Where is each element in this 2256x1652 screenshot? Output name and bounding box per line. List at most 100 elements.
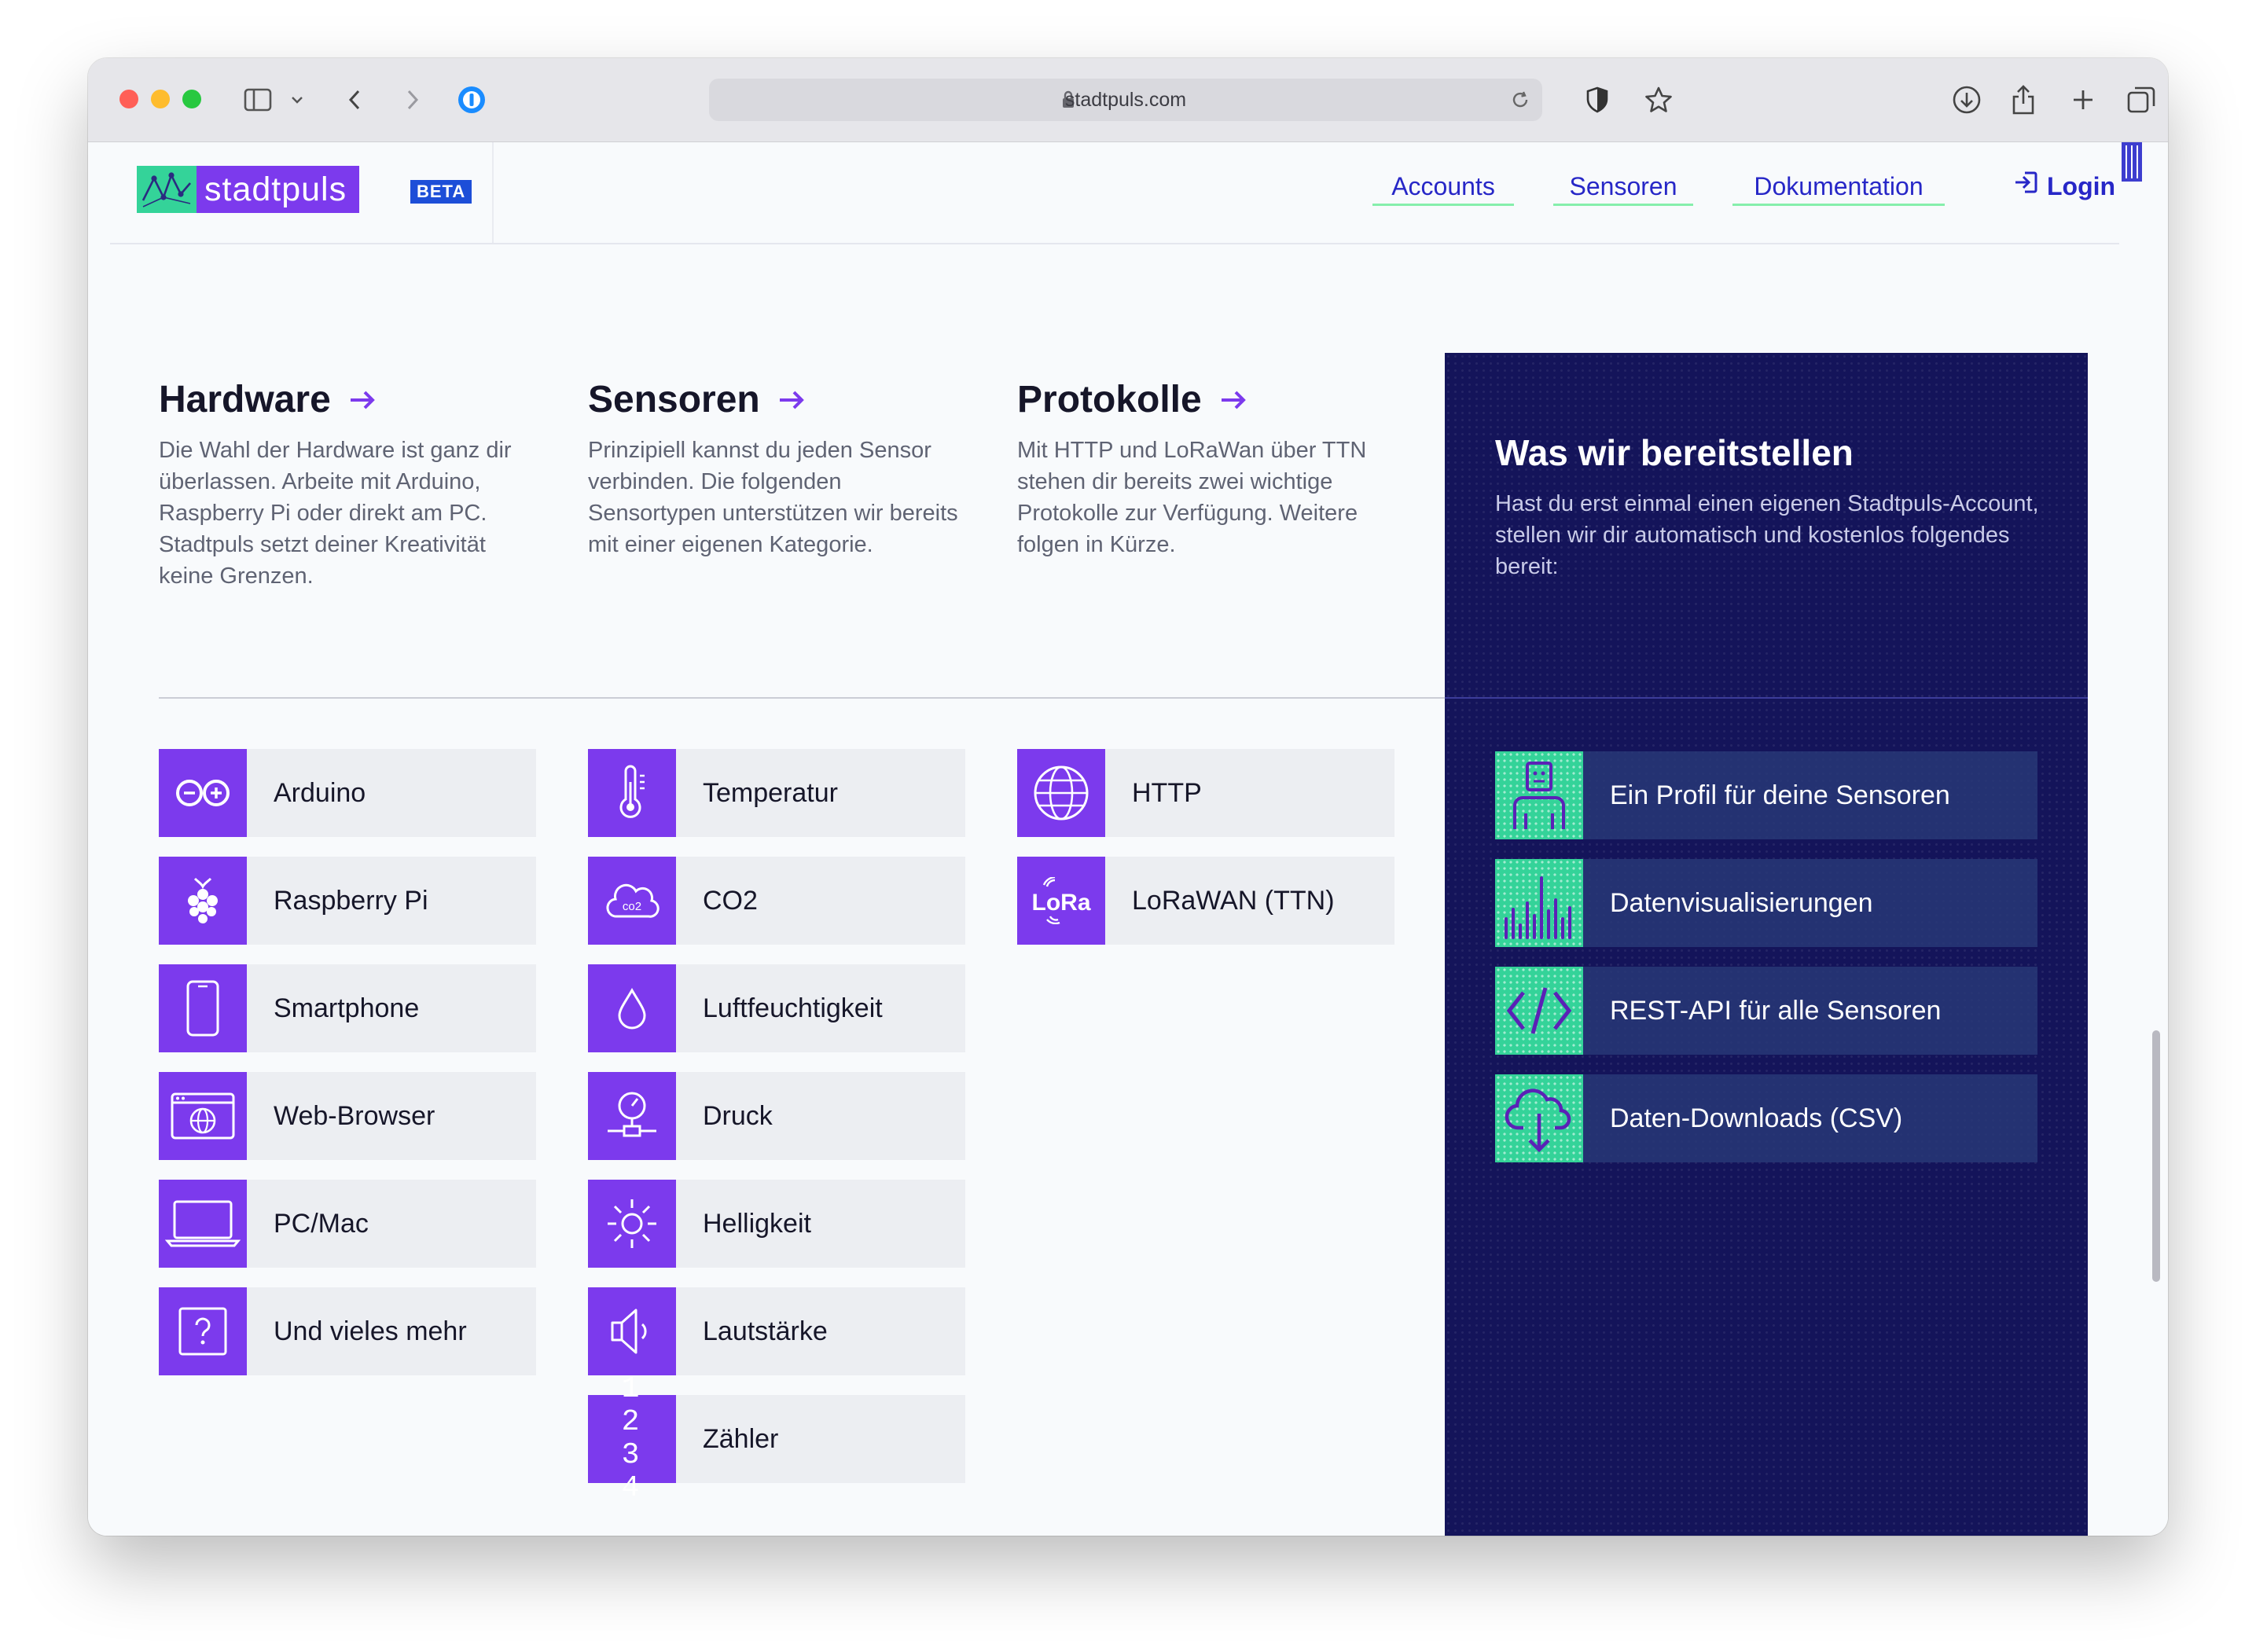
download-icon[interactable]	[1949, 82, 1984, 118]
counter-icon: 1 2 3 4	[588, 1373, 676, 1505]
list-item-co2: co2 CO2	[588, 857, 965, 945]
zoom-window-button[interactable]	[182, 90, 201, 108]
protokolle-heading[interactable]: Protokolle	[1017, 378, 1247, 421]
back-icon[interactable]	[343, 82, 366, 118]
list-item-label: PC/Mac	[274, 1209, 369, 1239]
list-item-raspberry-pi: Raspberry Pi	[159, 857, 536, 945]
feature-label: Ein Profil für deine Sensoren	[1610, 780, 1950, 810]
panel-divider	[1445, 697, 2088, 699]
list-item-label: Zähler	[703, 1424, 779, 1454]
list-item-druck: Druck	[588, 1072, 965, 1160]
forward-icon[interactable]	[401, 82, 424, 118]
question-icon	[159, 1287, 247, 1375]
list-item-label: Und vieles mehr	[274, 1316, 467, 1346]
smartphone-icon	[159, 964, 247, 1052]
list-item-smartphone: Smartphone	[159, 964, 536, 1052]
list-item-label: Helligkeit	[703, 1209, 811, 1239]
section-divider	[159, 697, 1509, 699]
stadtpuls-logo[interactable]: stadtpuls	[137, 166, 360, 213]
list-item-label: HTTP	[1132, 778, 1202, 808]
lora-icon: LoRa	[1017, 857, 1105, 945]
arduino-icon	[159, 749, 247, 837]
co2-cloud-icon: co2	[588, 857, 676, 945]
co2-icon-text: co2	[623, 900, 641, 913]
lora-icon-text: LoRa	[1032, 890, 1091, 916]
list-item-helligkeit: Helligkeit	[588, 1180, 965, 1268]
arrow-right-icon	[348, 378, 377, 421]
list-item-web-browser: Web-Browser	[159, 1072, 536, 1160]
reload-icon[interactable]	[1509, 89, 1531, 115]
browser-toolbar: stadtpuls.com	[88, 58, 2168, 142]
thermometer-icon	[588, 749, 676, 837]
list-item-temperatur: Temperatur	[588, 749, 965, 837]
speaker-icon	[588, 1287, 676, 1375]
feature-label: Datenvisualisierungen	[1610, 888, 1873, 918]
nav-sensoren[interactable]: Sensoren	[1553, 169, 1693, 206]
feature-item-rest-api: REST-API für alle Sensoren	[1495, 967, 2037, 1055]
login-button[interactable]: Login	[2012, 169, 2115, 204]
browser-window: stadtpuls.com stadtpuls BETA Accounts Se…	[88, 58, 2168, 1536]
list-item-label: CO2	[703, 886, 758, 916]
feature-label: REST-API für alle Sensoren	[1610, 996, 1942, 1026]
beta-badge: BETA	[410, 180, 472, 204]
protokolle-title: Protokolle	[1017, 379, 1202, 420]
raspberry-pi-icon	[159, 857, 247, 945]
list-item-label: Luftfeuchtigkeit	[703, 993, 883, 1023]
plus-icon[interactable]	[2067, 82, 2099, 118]
sensoren-title: Sensoren	[588, 379, 760, 420]
sensoren-description: Prinzipiell kannst du jeden Sensor verbi…	[588, 438, 958, 557]
tabs-icon[interactable]	[2124, 82, 2159, 118]
site-header: stadtpuls BETA Accounts Sensoren Dokumen…	[110, 142, 2119, 244]
list-item-label: Druck	[703, 1101, 773, 1131]
nav-accounts[interactable]: Accounts	[1372, 169, 1514, 206]
password-manager-icon[interactable]	[454, 82, 489, 118]
arrow-right-icon	[1219, 378, 1247, 421]
url-text: stadtpuls.com	[1064, 89, 1187, 111]
profile-icon	[1495, 751, 1583, 839]
page-scrollbar[interactable]	[2152, 1030, 2160, 1282]
minimize-window-button[interactable]	[151, 90, 170, 108]
list-item-arduino: Arduino	[159, 749, 536, 837]
list-item-http: HTTP	[1017, 749, 1394, 837]
nav-dokumentation[interactable]: Dokumentation	[1732, 169, 1945, 206]
globe-icon	[1017, 749, 1105, 837]
feature-item-profile: Ein Profil für deine Sensoren	[1495, 751, 2037, 839]
list-item-label: Web-Browser	[274, 1101, 435, 1131]
share-icon[interactable]	[2008, 82, 2039, 118]
list-item-more: Und vieles mehr	[159, 1287, 536, 1375]
cloud-download-icon	[1495, 1074, 1583, 1162]
logo-graph-icon	[137, 166, 197, 213]
sidebar-icon[interactable]	[242, 82, 274, 118]
feature-item-visualization: Datenvisualisierungen	[1495, 859, 2037, 947]
chevron-down-icon[interactable]	[289, 82, 305, 118]
droplet-icon	[588, 964, 676, 1052]
panel-description: Hast du erst einmal einen eigenen Stadtp…	[1495, 491, 2039, 579]
arrow-right-icon	[777, 378, 806, 421]
list-item-lorawan: LoRa LoRaWAN (TTN)	[1017, 857, 1394, 945]
address-bar[interactable]: stadtpuls.com	[709, 79, 1542, 121]
list-item-label: Smartphone	[274, 993, 420, 1023]
list-item-label: Temperatur	[703, 778, 838, 808]
page-content: stadtpuls BETA Accounts Sensoren Dokumen…	[88, 142, 2168, 1536]
laptop-icon	[159, 1180, 247, 1268]
panel-title: Was wir bereitstellen	[1495, 432, 1854, 473]
list-item-lautstaerke: Lautstärke	[588, 1287, 965, 1375]
list-item-zaehler: 1 2 3 4 Zähler	[588, 1373, 965, 1505]
hardware-heading[interactable]: Hardware	[159, 378, 377, 421]
close-window-button[interactable]	[119, 90, 138, 108]
shield-icon[interactable]	[1582, 82, 1613, 118]
list-item-label: LoRaWAN (TTN)	[1132, 886, 1335, 916]
list-item-label: Lautstärke	[703, 1316, 828, 1346]
hardware-title: Hardware	[159, 379, 331, 420]
chart-bars-icon	[1495, 859, 1583, 947]
login-label: Login	[2047, 172, 2116, 200]
star-icon[interactable]	[1641, 82, 1676, 118]
header-divider	[492, 142, 494, 243]
sensoren-heading[interactable]: Sensoren	[588, 378, 806, 421]
counter-icon-text: 1 2 3 4	[621, 1372, 643, 1505]
login-icon	[2012, 169, 2039, 204]
list-item-luftfeuchtigkeit: Luftfeuchtigkeit	[588, 964, 965, 1052]
feature-label: Daten-Downloads (CSV)	[1610, 1103, 1903, 1133]
pressure-gauge-icon	[588, 1072, 676, 1160]
logo-text: stadtpuls	[197, 166, 360, 213]
